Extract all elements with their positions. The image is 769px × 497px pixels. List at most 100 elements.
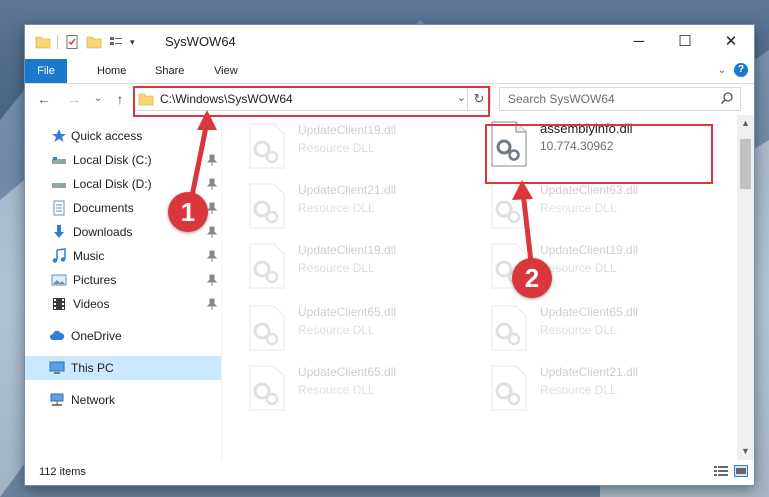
tab-share[interactable]: Share [145, 59, 194, 83]
ribbon-tabs: File Home Share View ⌄ ? [25, 59, 754, 84]
back-button[interactable]: ← [35, 90, 53, 108]
file-name: UpdateClient65.dll [298, 365, 397, 379]
toolbar-separator [57, 35, 58, 49]
pin-icon[interactable] [207, 298, 217, 310]
tab-view[interactable]: View [204, 59, 248, 83]
file-tile[interactable]: UpdateClient65.dll Resource DLL [480, 299, 705, 355]
details-view-icon[interactable] [714, 465, 728, 477]
sidebar-item-onedrive[interactable]: OneDrive [25, 324, 221, 348]
file-name: UpdateClient19.dll [298, 243, 397, 257]
scroll-down-icon[interactable]: ▼ [737, 443, 754, 460]
chevron-down-icon[interactable]: ⌄ [718, 65, 726, 76]
close-button[interactable]: ✕ [708, 25, 754, 57]
help-button[interactable]: ? [734, 63, 748, 77]
dll-file-icon [491, 365, 527, 411]
file-tile[interactable]: UpdateClient19.dll Resource DLL [238, 237, 463, 293]
file-type: Resource DLL [540, 201, 617, 215]
file-name: UpdateClient65.dll [298, 305, 397, 319]
dll-file-icon [249, 183, 285, 229]
file-tile[interactable]: UpdateClient21.dll Resource DLL [480, 359, 705, 415]
file-tile[interactable]: UpdateClient65.dll Resource DLL [238, 359, 463, 415]
dll-file-icon [249, 123, 285, 169]
search-box[interactable]: Search SysWOW64 [499, 87, 741, 111]
search-input[interactable]: Search SysWOW64 [508, 92, 615, 106]
sidebar-item-label: OneDrive [71, 329, 122, 343]
file-tile[interactable]: UpdateClient65.dll Resource DLL [238, 299, 463, 355]
sidebar-item-local-disk-c[interactable]: Local Disk (C:) [25, 148, 221, 172]
scroll-thumb[interactable] [740, 139, 751, 189]
pin-icon[interactable] [207, 274, 217, 286]
cloud-icon [50, 330, 65, 340]
folder-icon [35, 36, 51, 49]
recent-locations-button[interactable]: ⌄ [89, 90, 107, 108]
pin-icon[interactable] [207, 226, 217, 238]
sidebar-item-pictures[interactable]: Pictures [25, 268, 221, 292]
step-callout-1: 1 [168, 192, 208, 232]
pin-icon[interactable] [207, 250, 217, 262]
tab-home[interactable]: Home [87, 59, 136, 83]
file-tile[interactable]: UpdateClient21.dll Resource DLL [238, 177, 463, 233]
minimize-button[interactable]: ─ [616, 25, 662, 57]
sidebar-item-label: This PC [71, 361, 114, 375]
toolbar-dropdown-icon[interactable]: ▾ [130, 37, 135, 48]
sidebar-item-this-pc[interactable]: This PC [25, 356, 221, 380]
pin-icon[interactable] [207, 178, 217, 190]
vertical-scrollbar[interactable]: ▲ ▼ [737, 115, 754, 460]
star-icon [52, 129, 66, 142]
tiles-view-icon[interactable] [734, 465, 748, 477]
sidebar-item-label: Quick access [71, 129, 143, 143]
file-name: UpdateClient19.dll [298, 123, 397, 137]
quick-access-toolbar: ▾ [35, 34, 135, 50]
dll-file-icon [249, 243, 285, 289]
up-button[interactable]: ↑ [111, 90, 129, 108]
view-toggle [714, 465, 748, 477]
videos-icon [53, 298, 65, 310]
sidebar-item-quick-access[interactable]: Quick access [25, 124, 221, 148]
title-bar: ▾ SysWOW64 ─ ☐ ✕ [25, 25, 754, 59]
file-name: UpdateClient63.dll [540, 183, 639, 197]
pin-icon[interactable] [207, 202, 217, 214]
dll-file-icon [491, 183, 527, 229]
file-tile[interactable]: UpdateClient63.dll Resource DLL [480, 177, 705, 233]
ribbon-right-controls: ⌄ ? [718, 63, 748, 77]
file-name: UpdateClient21.dll [540, 365, 639, 379]
new-folder-icon[interactable] [86, 34, 102, 50]
sidebar-item-label: Local Disk (C:) [73, 153, 152, 167]
sidebar-item-music[interactable]: Music [25, 244, 221, 268]
tab-file[interactable]: File [25, 59, 67, 83]
file-type: Resource DLL [298, 261, 375, 275]
step-callout-2: 2 [512, 258, 552, 298]
address-bar-highlight [133, 86, 490, 117]
pin-icon[interactable] [207, 154, 217, 166]
item-count: 112 items [39, 466, 86, 478]
file-name: UpdateClient65.dll [540, 305, 639, 319]
sidebar-item-label: Documents [73, 201, 134, 215]
properties-icon[interactable] [64, 34, 80, 50]
sidebar-item-label: Pictures [73, 273, 117, 287]
search-icon[interactable] [720, 91, 734, 105]
sidebar-item-label: Network [71, 393, 116, 407]
file-name: UpdateClient21.dll [298, 183, 397, 197]
scroll-up-icon[interactable]: ▲ [737, 115, 754, 132]
drive-icon [52, 183, 66, 188]
customize-view-icon[interactable] [108, 34, 124, 50]
documents-icon [53, 200, 65, 216]
window-controls: ─ ☐ ✕ [616, 25, 754, 57]
computer-icon [49, 361, 65, 374]
file-type: Resource DLL [298, 201, 375, 215]
navigation-pane: Quick access Local Disk (C:) Local Disk … [25, 115, 221, 460]
file-tile[interactable]: UpdateClient19.dll Resource DLL [238, 117, 463, 173]
sidebar-item-network[interactable]: Network [25, 388, 221, 412]
file-type: Resource DLL [298, 141, 375, 155]
pane-splitter[interactable] [221, 115, 222, 460]
file-type: Resource DLL [540, 383, 617, 397]
forward-button[interactable]: → [65, 90, 83, 108]
file-type: Resource DLL [298, 383, 375, 397]
file-name: UpdateClient19.dll [540, 243, 639, 257]
download-icon [54, 225, 64, 238]
sidebar-item-label: Music [73, 249, 105, 263]
dll-file-icon [249, 305, 285, 351]
sidebar-item-videos[interactable]: Videos [25, 292, 221, 316]
maximize-button[interactable]: ☐ [662, 25, 708, 57]
window-title: SysWOW64 [165, 34, 236, 49]
